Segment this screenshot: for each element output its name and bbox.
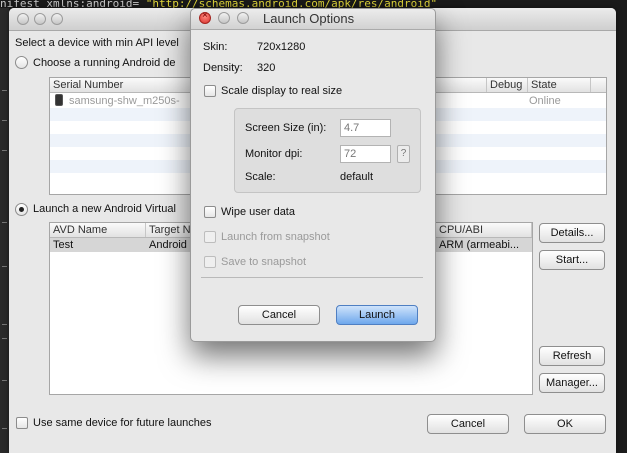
column-cpu-abi[interactable]: CPU/ABI <box>436 223 532 237</box>
dialog-title: Launch Options <box>263 11 355 26</box>
ok-button[interactable]: OK <box>524 414 606 434</box>
zoom-window-button[interactable] <box>51 13 63 25</box>
close-window-button[interactable] <box>17 13 29 25</box>
launch-new-radio[interactable] <box>15 203 28 216</box>
choose-running-radio[interactable] <box>15 56 28 69</box>
editor-gutter <box>0 8 9 453</box>
divider <box>201 277 423 278</box>
avd-name: Test <box>53 239 74 251</box>
same-device-checkbox[interactable] <box>16 417 28 429</box>
choose-running-label[interactable]: Choose a running Android de <box>33 57 176 69</box>
avd-cpu: ARM (armeabi... <box>439 239 520 251</box>
density-value: 320 <box>257 62 276 74</box>
column-state[interactable]: State <box>528 78 591 92</box>
close-icon[interactable] <box>199 10 211 24</box>
save-snapshot-checkbox[interactable] <box>204 256 216 268</box>
density-label: Density: <box>203 62 243 74</box>
launch-snapshot-label: Launch from snapshot <box>221 231 330 243</box>
phone-icon <box>55 94 63 106</box>
start-button[interactable]: Start... <box>539 250 605 270</box>
help-question-icon[interactable]: ? <box>397 145 410 163</box>
save-snapshot-label: Save to snapshot <box>221 256 307 268</box>
device-serial: samsung-shw_m250s- <box>69 95 180 107</box>
scale-value: default <box>340 171 374 183</box>
screen-size-label: Screen Size (in): <box>245 122 327 134</box>
zoom-icon[interactable] <box>237 12 249 24</box>
scale-group: Screen Size (in): 4.7 Monitor dpi: 72 ? … <box>234 108 421 193</box>
same-device-label[interactable]: Use same device for future launches <box>33 417 212 429</box>
wipe-data-label[interactable]: Wipe user data <box>221 206 295 218</box>
skin-label: Skin: <box>203 41 228 53</box>
minimize-icon[interactable] <box>218 12 230 24</box>
monitor-dpi-input[interactable]: 72 <box>340 145 391 163</box>
manager-button[interactable]: Manager... <box>539 373 605 393</box>
launch-snapshot-checkbox[interactable] <box>204 231 216 243</box>
scale-real-checkbox[interactable] <box>204 85 216 97</box>
cancel-button[interactable]: Cancel <box>427 414 509 434</box>
device-state: Online <box>529 95 561 107</box>
launch-button[interactable]: Launch <box>336 305 418 325</box>
column-avd-name[interactable]: AVD Name <box>50 223 146 237</box>
options-cancel-button[interactable]: Cancel <box>238 305 320 325</box>
details-button[interactable]: Details... <box>539 223 605 243</box>
wipe-data-checkbox[interactable] <box>204 206 216 218</box>
launch-new-label[interactable]: Launch a new Android Virtual <box>33 203 176 215</box>
scale-real-label[interactable]: Scale display to real size <box>221 85 342 97</box>
launch-options-titlebar: Launch Options <box>191 9 435 30</box>
scale-label: Scale: <box>245 171 276 183</box>
launch-options-dialog: Launch Options Skin: 720x1280 Density: 3… <box>190 8 436 342</box>
refresh-button[interactable]: Refresh <box>539 346 605 366</box>
min-api-text: Select a device with min API level <box>15 37 179 49</box>
minimize-window-button[interactable] <box>34 13 46 25</box>
monitor-dpi-label: Monitor dpi: <box>245 148 303 160</box>
screen-size-input[interactable]: 4.7 <box>340 119 391 137</box>
avd-target: Android <box>149 239 187 251</box>
skin-value: 720x1280 <box>257 41 306 53</box>
column-debug[interactable]: Debug <box>487 78 528 92</box>
